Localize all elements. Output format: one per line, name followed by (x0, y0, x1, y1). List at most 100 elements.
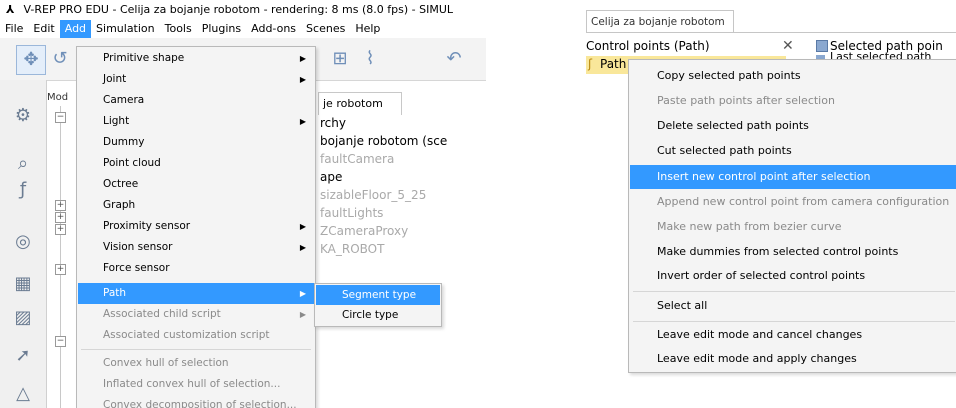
menu-item-proximity-sensor[interactable]: Proximity sensor ▶ (78, 216, 314, 237)
tree-expander[interactable]: − (55, 112, 66, 123)
menu-item-label: Joint (103, 73, 127, 85)
path-edit-window: Celija za bojanje robotom Control points… (586, 0, 956, 408)
ctx-cut-path-points[interactable]: Cut selected path points (630, 139, 956, 163)
ctx-make-path-from-bezier[interactable]: Make new path from bezier curve (630, 215, 956, 239)
menu-addons[interactable]: Add-ons (246, 20, 301, 38)
pointer-icon[interactable]: ➚ (9, 342, 37, 370)
vertical-toolbar: ⚙ ⌕ ƒ ◎ ▦ ▨ ➚ △ (0, 80, 47, 408)
undo-icon[interactable]: ↶ (440, 45, 468, 73)
sim-settings-icon[interactable]: ⚙ (9, 102, 37, 130)
menu-item-octree[interactable]: Octree (78, 174, 314, 195)
menu-separator (81, 349, 311, 350)
menu-item-label: Proximity sensor (103, 220, 191, 232)
path-tree-label: Path (600, 57, 627, 71)
scene-tree-item[interactable]: sizableFloor_5_25 (320, 188, 426, 202)
menu-item-label: Dummy (103, 136, 145, 148)
submenu-arrow-icon: ▶ (299, 289, 306, 298)
menu-item-convex-decomposition[interactable]: Convex decomposition of selection... (78, 395, 314, 408)
menu-item-label: Point cloud (103, 157, 161, 169)
hierarchy-header: Mod (47, 92, 69, 103)
shape-icon[interactable]: △ (9, 380, 37, 408)
menu-item-convex-hull[interactable]: Convex hull of selection (78, 353, 314, 374)
tree-expander[interactable]: + (55, 212, 66, 223)
menu-item-associated-child-script[interactable]: Associated child script ▶ (78, 304, 314, 325)
menu-item-label: Convex hull of selection (103, 357, 229, 369)
menu-item-label: Path (103, 287, 127, 299)
add-menu-dropdown: Primitive shape ▶ Joint ▶ Camera Light ▶ Du… (76, 46, 316, 408)
menu-plugins[interactable]: Plugins (197, 20, 246, 38)
ctx-leave-edit-cancel[interactable]: Leave edit mode and cancel changes (630, 323, 956, 347)
menu-item-primitive-shape[interactable]: Primitive shape ▶ (78, 48, 314, 69)
menu-file[interactable]: File (0, 20, 28, 38)
hierarchy-title: rchy (320, 116, 346, 130)
tree-expander[interactable]: − (55, 336, 66, 347)
shape-edit-icon[interactable]: ⊞ (326, 45, 354, 73)
ctx-invert-order[interactable]: Invert order of selected control points (630, 264, 956, 288)
collection-icon[interactable]: ◎ (9, 228, 37, 256)
path-submenu: Segment type Circle type (314, 283, 442, 327)
ctx-leave-edit-apply[interactable]: Leave edit mode and apply changes (630, 347, 956, 371)
ctx-copy-path-points[interactable]: Copy selected path points (630, 64, 956, 88)
scene-tree-item[interactable]: faultLights (320, 206, 383, 220)
menu-item-label: Associated customization script (103, 329, 270, 341)
menu-tools[interactable]: Tools (160, 20, 197, 38)
tree-line (60, 106, 61, 408)
function-icon[interactable]: ƒ (9, 176, 37, 204)
submenu-item-circle-type[interactable]: Circle type (316, 305, 440, 325)
menu-item-camera[interactable]: Camera (78, 90, 314, 111)
menu-help[interactable]: Help (350, 20, 385, 38)
menu-separator (633, 291, 955, 292)
menu-item-label: Convex decomposition of selection... (103, 399, 297, 408)
scene-tree-item[interactable]: faultCamera (320, 152, 394, 166)
move-icon[interactable]: ✥ (16, 45, 46, 75)
submenu-item-segment-type[interactable]: Segment type (316, 285, 440, 305)
submenu-arrow-icon: ▶ (299, 243, 306, 252)
tree-expander[interactable]: + (55, 200, 66, 211)
submenu-arrow-icon: ▶ (299, 222, 306, 231)
zoom-icon[interactable]: ⌕ (9, 150, 37, 178)
scene-tree-item[interactable]: bojanje robotom (sce (320, 134, 447, 148)
menu-item-label: Associated child script (103, 308, 221, 320)
path-edit-icon[interactable]: ⌇ (356, 45, 384, 73)
menu-item-label: Light (103, 115, 130, 127)
menu-item-dummy[interactable]: Dummy (78, 132, 314, 153)
scene-tree-item[interactable]: ZCameraProxy (320, 224, 408, 238)
close-icon[interactable]: ✕ (782, 37, 798, 55)
menu-item-force-sensor[interactable]: Force sensor (78, 258, 314, 279)
scene-tree-item[interactable]: KA_ROBOT (320, 242, 384, 256)
scene-tab[interactable]: je robotom (318, 92, 402, 115)
rotate-icon[interactable]: ↺ (46, 45, 74, 73)
menu-item-label: Primitive shape (103, 52, 185, 64)
ctx-select-all[interactable]: Select all (630, 294, 956, 318)
menu-item-inflated-convex-hull[interactable]: Inflated convex hull of selection... (78, 374, 314, 395)
menu-edit[interactable]: Edit (28, 20, 59, 38)
menu-bar: File Edit Add Simulation Tools Plugins Add-ons… (0, 20, 486, 38)
menu-add[interactable]: Add (59, 20, 92, 38)
ctx-make-dummies[interactable]: Make dummies from selected control point… (630, 240, 956, 264)
menu-simulation[interactable]: Simulation (91, 20, 160, 38)
menu-item-associated-customization-script[interactable]: Associated customization script (78, 325, 314, 346)
page-icon[interactable]: ▦ (9, 270, 37, 298)
ctx-paste-path-points[interactable]: Paste path points after selection (630, 89, 956, 113)
ctx-insert-control-point[interactable]: Insert new control point after selection (630, 165, 956, 189)
window-title: V-REP PRO EDU - Celija za bojanje roboto… (23, 3, 454, 16)
ctx-delete-path-points[interactable]: Delete selected path points (630, 114, 956, 138)
menu-item-light[interactable]: Light ▶ (78, 111, 314, 132)
ctx-append-control-point-camera[interactable]: Append new control point from camera con… (630, 190, 956, 214)
tree-expander[interactable]: + (55, 224, 66, 235)
menu-item-label: Camera (103, 94, 145, 106)
menu-item-path[interactable]: Path ▶ (78, 283, 314, 304)
menu-separator (633, 321, 955, 322)
scene-tree-item[interactable]: ape (320, 170, 342, 184)
menu-item-vision-sensor[interactable]: Vision sensor ▶ (78, 237, 314, 258)
menu-item-graph[interactable]: Graph (78, 195, 314, 216)
menu-item-point-cloud[interactable]: Point cloud (78, 153, 314, 174)
menu-scenes[interactable]: Scenes (301, 20, 350, 38)
selection-icon[interactable]: ▨ (9, 304, 37, 332)
scene-tab[interactable]: Celija za bojanje robotom (586, 10, 734, 32)
tree-expander[interactable]: + (55, 264, 66, 275)
menu-item-label: Octree (103, 178, 139, 190)
menu-item-label: Inflated convex hull of selection... (103, 378, 281, 390)
menu-item-joint[interactable]: Joint ▶ (78, 69, 314, 90)
menu-item-label: Graph (103, 199, 136, 211)
